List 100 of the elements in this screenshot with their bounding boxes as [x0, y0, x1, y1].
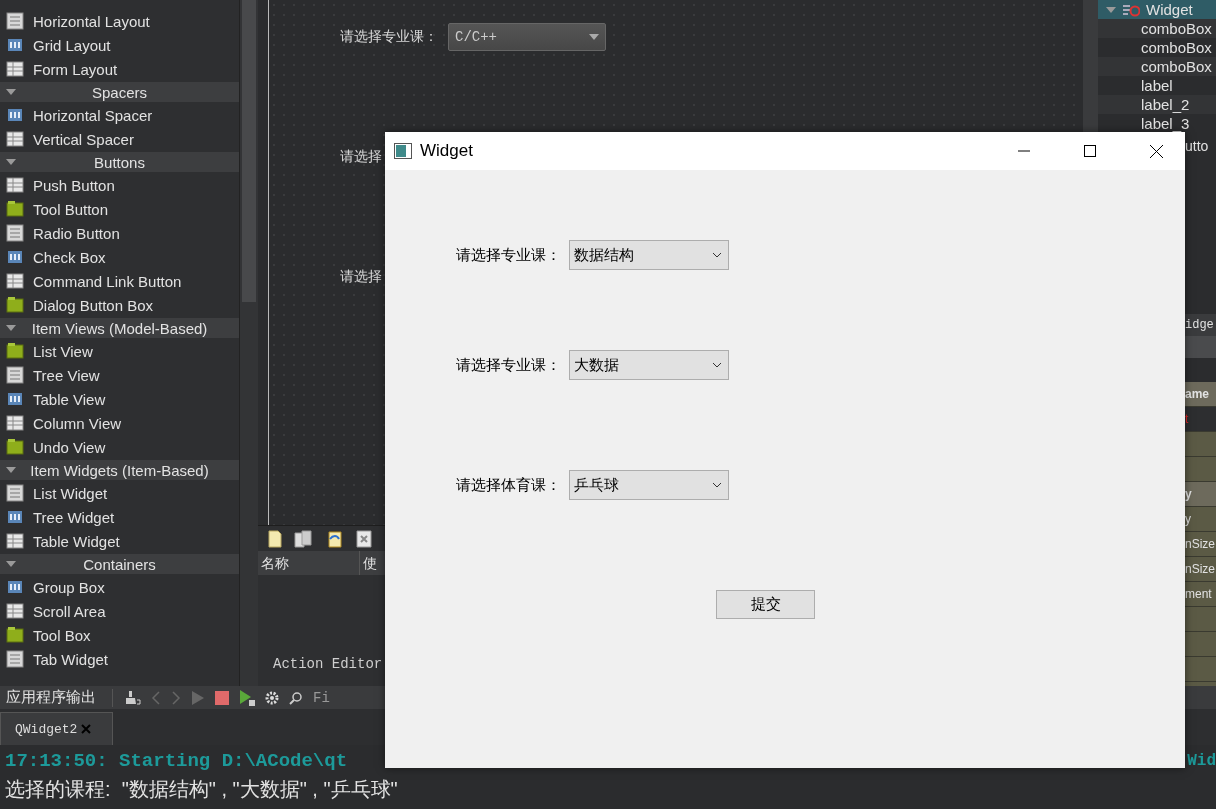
output-line: 17:13:50: Starting D:\ACode\qt [5, 750, 348, 772]
tree-item[interactable]: label_2 [1098, 95, 1216, 114]
palette-item[interactable]: Vertical Spacer [0, 127, 240, 151]
palette-item[interactable]: Table Widget [0, 529, 240, 553]
tree-item[interactable]: Widget [1098, 0, 1216, 19]
palette-item[interactable]: Tool Box [0, 623, 240, 647]
palette-item[interactable]: Check Box [0, 245, 240, 269]
field-label: 请选择专业课： [456, 245, 561, 265]
palette-item[interactable]: Tree View [0, 363, 240, 387]
column-header[interactable]: 名称 [258, 551, 360, 575]
folder-icon [6, 342, 24, 360]
palette-item[interactable]: Tab Widget [0, 647, 240, 671]
close-icon[interactable] [1149, 144, 1163, 158]
list-icon [6, 366, 24, 384]
property-row[interactable]: nSize [1185, 557, 1216, 582]
columns-icon [6, 106, 24, 124]
search-icon [289, 690, 303, 705]
output-line: 选择的课程: "数据结构" , "大数据" , "乒乓球" [5, 776, 398, 802]
columns-icon [6, 390, 24, 408]
expand-arrow-icon[interactable] [1106, 6, 1116, 13]
delete-icon[interactable] [356, 529, 372, 548]
table-icon [6, 414, 24, 432]
category-header[interactable]: Containers [0, 554, 240, 574]
palette-item[interactable]: Tool Button [0, 197, 240, 221]
stop-icon[interactable] [215, 690, 229, 705]
expand-arrow-icon[interactable] [6, 89, 16, 95]
palette-item[interactable]: Grid Layout [0, 33, 240, 57]
palette-item[interactable]: Form Layout [0, 57, 240, 81]
folder-icon [6, 626, 24, 644]
palette-item[interactable]: List View [0, 339, 240, 363]
property-row[interactable]: ame [1185, 382, 1216, 407]
new-file-icon[interactable] [268, 529, 282, 548]
category-header[interactable]: Buttons [0, 152, 240, 172]
back-icon[interactable] [151, 690, 161, 705]
palette-item[interactable]: Horizontal Layout [0, 9, 240, 33]
panel-tab[interactable]: Action Editor [270, 656, 386, 676]
expand-arrow-icon[interactable] [6, 325, 16, 331]
output-line: Wid [1187, 752, 1216, 770]
output-tab[interactable]: QWidget2 [0, 712, 113, 745]
table-icon [6, 176, 24, 194]
palette-item[interactable]: Table View [0, 387, 240, 411]
table-icon [6, 272, 24, 290]
column-header[interactable]: 使 [360, 551, 377, 575]
list-icon [6, 224, 24, 242]
property-row[interactable]: nSize [1185, 532, 1216, 557]
category-header[interactable]: Item Widgets (Item-Based) [0, 460, 240, 480]
list-icon [6, 12, 24, 30]
category-header[interactable]: Item Views (Model-Based) [0, 318, 240, 338]
folder-icon [6, 438, 24, 456]
folder-icon [6, 200, 24, 218]
debug-run-icon[interactable] [239, 689, 255, 706]
combo-box[interactable]: 乒乓球 [569, 470, 729, 500]
palette-item[interactable]: Column View [0, 411, 240, 435]
window-icon [394, 143, 412, 159]
columns-icon [6, 36, 24, 54]
property-row[interactable]: ment [1185, 582, 1216, 607]
filter-placeholder[interactable]: Fi [313, 689, 330, 706]
palette-item[interactable]: Group Box [0, 575, 240, 599]
folder-icon [6, 296, 24, 314]
paste-icon[interactable] [326, 529, 344, 548]
palette-item[interactable]: List Widget [0, 481, 240, 505]
scrollbar[interactable] [239, 0, 258, 686]
expand-arrow-icon[interactable] [6, 467, 16, 473]
table-icon [6, 60, 24, 78]
settings-icon[interactable] [265, 690, 279, 705]
category-header[interactable]: Spacers [0, 82, 240, 102]
combo-box[interactable]: 数据结构 [569, 240, 729, 270]
submit-button[interactable]: 提交 [716, 590, 815, 619]
forward-icon[interactable] [171, 690, 181, 705]
form-label: 请选择 [340, 148, 382, 166]
play-icon[interactable] [191, 690, 205, 705]
palette-item[interactable]: Push Button [0, 173, 240, 197]
combo-box[interactable]: C/C++ [448, 23, 606, 51]
copy-icon[interactable] [294, 529, 314, 548]
filter-field[interactable]: idge [1185, 314, 1216, 336]
property-row[interactable]: y [1185, 507, 1216, 532]
maximize-icon[interactable] [1084, 145, 1096, 157]
expand-arrow-icon[interactable] [6, 159, 16, 165]
combo-box[interactable]: 大数据 [569, 350, 729, 380]
window-title: Widget [420, 141, 474, 161]
tree-item[interactable]: comboBox [1098, 57, 1216, 76]
list-icon [6, 484, 24, 502]
tree-item[interactable]: comboBox [1098, 19, 1216, 38]
palette-item[interactable]: Tree Widget [0, 505, 240, 529]
palette-item[interactable]: Undo View [0, 435, 240, 459]
palette-item[interactable]: Scroll Area [0, 599, 240, 623]
expand-arrow-icon[interactable] [6, 561, 16, 567]
palette-item[interactable]: Command Link Button [0, 269, 240, 293]
palette-item[interactable]: Radio Button [0, 221, 240, 245]
columns-icon [6, 578, 24, 596]
palette-item[interactable]: Horizontal Spacer [0, 103, 240, 127]
palette-item[interactable]: Dialog Button Box [0, 293, 240, 317]
property-toolbar [1185, 336, 1216, 358]
field-label: 请选择专业课： [456, 355, 561, 375]
property-row[interactable]: y [1185, 482, 1216, 507]
form-label: 请选择 [340, 268, 382, 286]
clear-icon[interactable] [125, 689, 141, 706]
columns-icon [6, 508, 24, 526]
widget-icon [1122, 2, 1140, 17]
pane-title: 应用程序输出 [6, 688, 96, 707]
